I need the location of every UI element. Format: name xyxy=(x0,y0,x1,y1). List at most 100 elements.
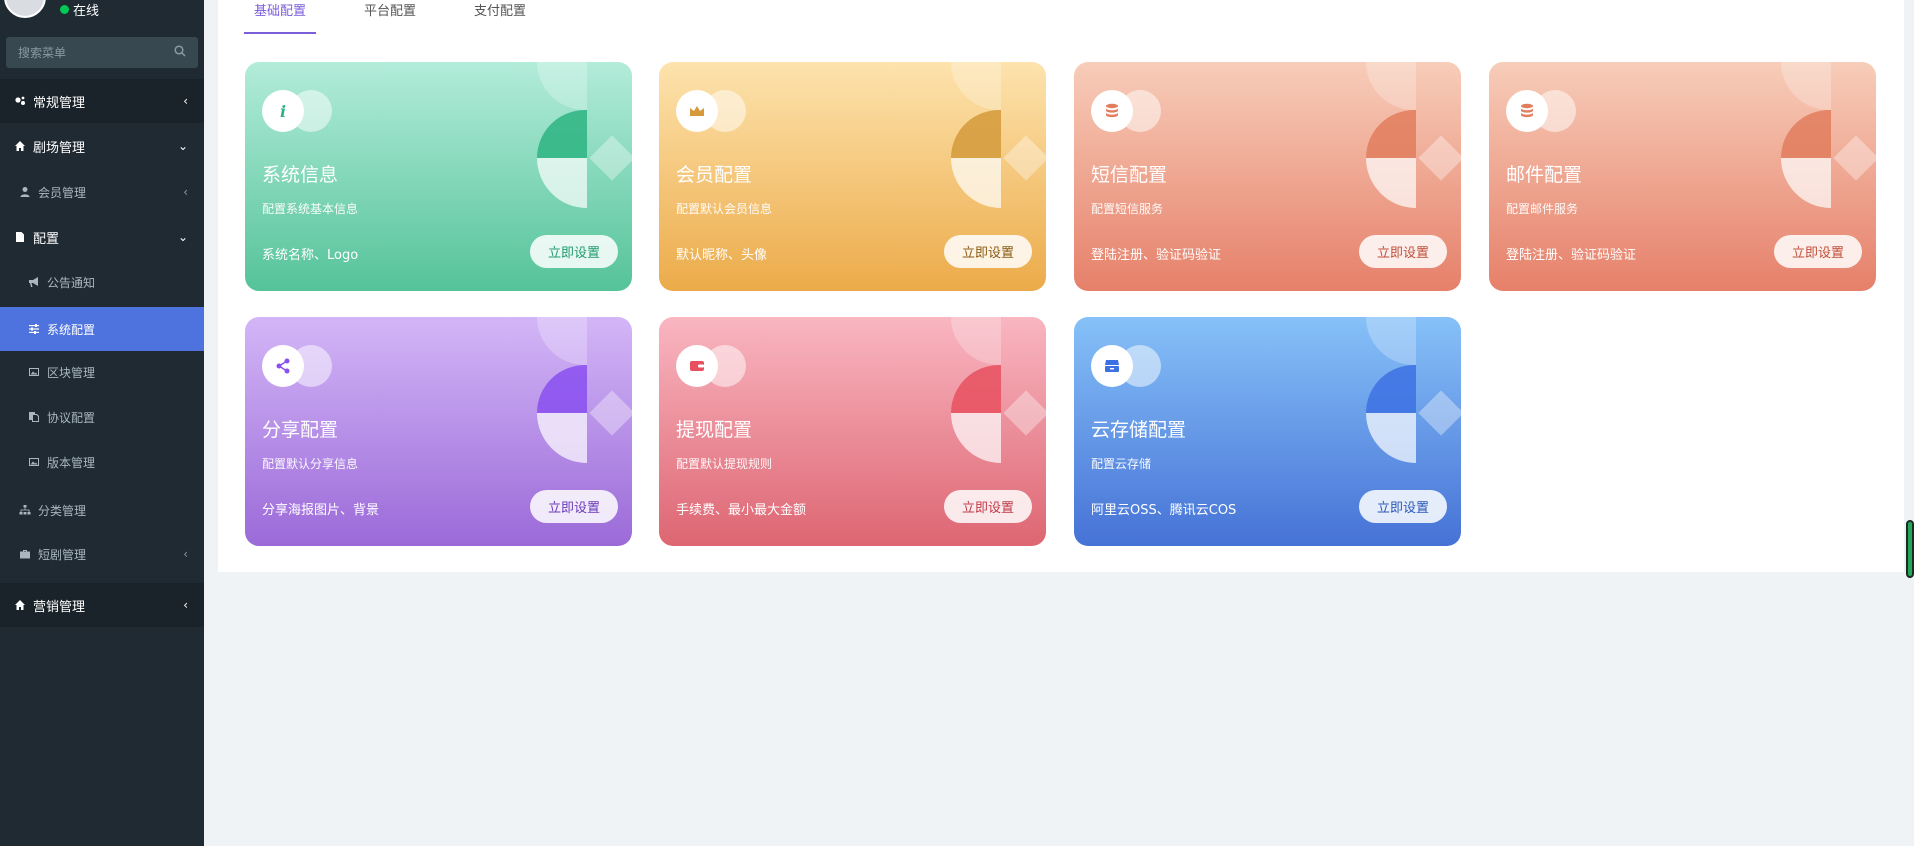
card-description: 配置系统基本信息 xyxy=(262,202,359,216)
card-features: 阿里云OSS、腾讯云COS xyxy=(1091,503,1237,518)
card-icon-badge xyxy=(1506,90,1586,132)
wallet-icon xyxy=(690,361,704,371)
card-icon-badge xyxy=(1091,90,1171,132)
sidebar-item-label: 短剧管理 xyxy=(38,547,87,562)
sidebar-item-label: 区块管理 xyxy=(47,365,96,380)
scrollbar-thumb[interactable] xyxy=(1906,520,1914,578)
tab-platform-config[interactable]: 平台配置 xyxy=(364,0,416,34)
sidebar-item-version[interactable]: 版本管理 xyxy=(0,440,204,484)
setup-now-button[interactable]: 立即设置 xyxy=(1774,235,1862,268)
config-card: i 系统信息 配置系统基本信息 系统名称、Logo 立即设置 xyxy=(245,62,632,291)
sidebar-item-theater[interactable]: 剧场管理 ⌄ xyxy=(0,124,204,168)
search-menu-input[interactable]: 搜索菜单 xyxy=(6,37,198,68)
config-card: 提现配置 配置默认提现规则 手续费、最小最大金额 立即设置 xyxy=(659,317,1046,546)
chevron-left-icon: ‹ xyxy=(183,185,188,199)
sidebar-item-agreement[interactable]: 协议配置 xyxy=(0,395,204,439)
card-features: 手续费、最小最大金额 xyxy=(676,503,807,518)
sidebar-item-label: 营销管理 xyxy=(33,599,86,615)
card-title: 短信配置 xyxy=(1091,164,1168,186)
setup-now-button[interactable]: 立即设置 xyxy=(530,235,618,268)
svg-text:i: i xyxy=(280,102,286,121)
bullhorn-icon xyxy=(27,275,41,289)
sidebar-item-label: 剧场管理 xyxy=(33,140,86,156)
home-icon xyxy=(13,598,27,612)
sidebar-item-label: 会员管理 xyxy=(38,185,87,200)
config-tabs: 基础配置 平台配置 支付配置 xyxy=(243,0,584,36)
card-title: 提现配置 xyxy=(676,419,753,441)
sidebar-item-category[interactable]: 分类管理 xyxy=(0,488,204,532)
copy-icon xyxy=(27,410,41,424)
card-features: 默认昵称、头像 xyxy=(676,248,768,263)
chevron-left-icon: ‹ xyxy=(183,598,188,612)
user-icon xyxy=(18,185,32,199)
card-description: 配置默认提现规则 xyxy=(676,457,773,471)
setup-now-button[interactable]: 立即设置 xyxy=(1359,490,1447,523)
card-title: 邮件配置 xyxy=(1506,164,1583,186)
card-icon-badge xyxy=(676,345,756,387)
sliders-icon xyxy=(27,322,41,336)
setup-now-button[interactable]: 立即设置 xyxy=(1359,235,1447,268)
card-description: 配置云存储 xyxy=(1091,457,1152,471)
chevron-left-icon: ‹ xyxy=(183,94,188,108)
card-icon-badge xyxy=(676,90,756,132)
card-description: 配置短信服务 xyxy=(1091,202,1164,216)
card-description: 配置默认分享信息 xyxy=(262,457,359,471)
sidebar-item-blocks[interactable]: 区块管理 xyxy=(0,350,204,394)
setup-now-button[interactable]: 立即设置 xyxy=(944,235,1032,268)
storage-icon xyxy=(1105,360,1119,372)
config-card: 会员配置 配置默认会员信息 默认昵称、头像 立即设置 xyxy=(659,62,1046,291)
sidebar-item-label: 版本管理 xyxy=(47,455,96,470)
setup-now-button[interactable]: 立即设置 xyxy=(530,490,618,523)
info-icon: i xyxy=(280,102,286,121)
card-description: 配置邮件服务 xyxy=(1506,202,1579,216)
sitemap-icon xyxy=(18,503,32,517)
sidebar-item-label: 常规管理 xyxy=(33,95,86,111)
card-title: 系统信息 xyxy=(262,164,339,186)
share-icon xyxy=(276,358,290,374)
home-icon xyxy=(13,139,27,153)
sidebar-item-notice[interactable]: 公告通知 xyxy=(0,260,204,304)
card-description: 配置默认会员信息 xyxy=(676,202,773,216)
chevron-down-icon: ⌄ xyxy=(177,230,188,244)
sidebar-item-marketing[interactable]: 营销管理 ‹ xyxy=(0,583,204,627)
card-title: 分享配置 xyxy=(262,419,339,441)
tab-payment-config[interactable]: 支付配置 xyxy=(474,0,526,34)
card-icon-badge xyxy=(262,345,342,387)
config-card: 短信配置 配置短信服务 登陆注册、验证码验证 立即设置 xyxy=(1074,62,1461,291)
sidebar-item-members[interactable]: 会员管理 ‹ xyxy=(0,170,204,214)
chevron-down-icon: ⌄ xyxy=(177,139,188,153)
main-panel: 基础配置 平台配置 支付配置 i 系统信息 配置系统基本信息 系统名称、Logo… xyxy=(218,0,1904,572)
avatar[interactable] xyxy=(4,0,46,18)
search-icon[interactable] xyxy=(174,45,186,60)
database-icon xyxy=(1106,103,1118,118)
online-status: 在线 xyxy=(60,0,99,19)
online-dot-icon xyxy=(60,5,69,14)
chevron-left-icon: ‹ xyxy=(183,547,188,561)
search-placeholder: 搜索菜单 xyxy=(18,46,67,60)
card-features: 登陆注册、验证码验证 xyxy=(1506,248,1637,263)
database-icon xyxy=(1521,103,1533,118)
tab-basic-config[interactable]: 基础配置 xyxy=(243,0,317,34)
sidebar-item-short-drama[interactable]: 短剧管理 ‹ xyxy=(0,532,204,576)
sidebar: 在线 搜索菜单 常规管理 ‹ 剧场管理 ⌄ 会员管理 ‹ 配置 ⌄ 公告通知 系… xyxy=(0,0,204,846)
config-card: 分享配置 配置默认分享信息 分享海报图片、背景 立即设置 xyxy=(245,317,632,546)
image-icon xyxy=(27,365,41,379)
card-features: 登陆注册、验证码验证 xyxy=(1091,248,1222,263)
sidebar-item-label: 协议配置 xyxy=(47,410,96,425)
card-icon-badge xyxy=(1091,345,1171,387)
sidebar-item-general[interactable]: 常规管理 ‹ xyxy=(0,79,204,123)
briefcase-icon xyxy=(18,547,32,561)
setup-now-button[interactable]: 立即设置 xyxy=(944,490,1032,523)
crown-icon xyxy=(690,106,704,116)
sidebar-item-system-config[interactable]: 系统配置 xyxy=(0,307,204,351)
config-card: 云存储配置 配置云存储 阿里云OSS、腾讯云COS 立即设置 xyxy=(1074,317,1461,546)
card-features: 分享海报图片、背景 xyxy=(262,503,380,518)
online-status-label: 在线 xyxy=(73,4,100,19)
sidebar-item-config[interactable]: 配置 ⌄ xyxy=(0,215,204,259)
card-title: 云存储配置 xyxy=(1091,419,1187,441)
card-features: 系统名称、Logo xyxy=(262,248,359,263)
card-icon-badge: i xyxy=(262,90,342,132)
cogs-icon xyxy=(13,94,27,108)
card-title: 会员配置 xyxy=(676,164,753,186)
config-card: 邮件配置 配置邮件服务 登陆注册、验证码验证 立即设置 xyxy=(1489,62,1876,291)
